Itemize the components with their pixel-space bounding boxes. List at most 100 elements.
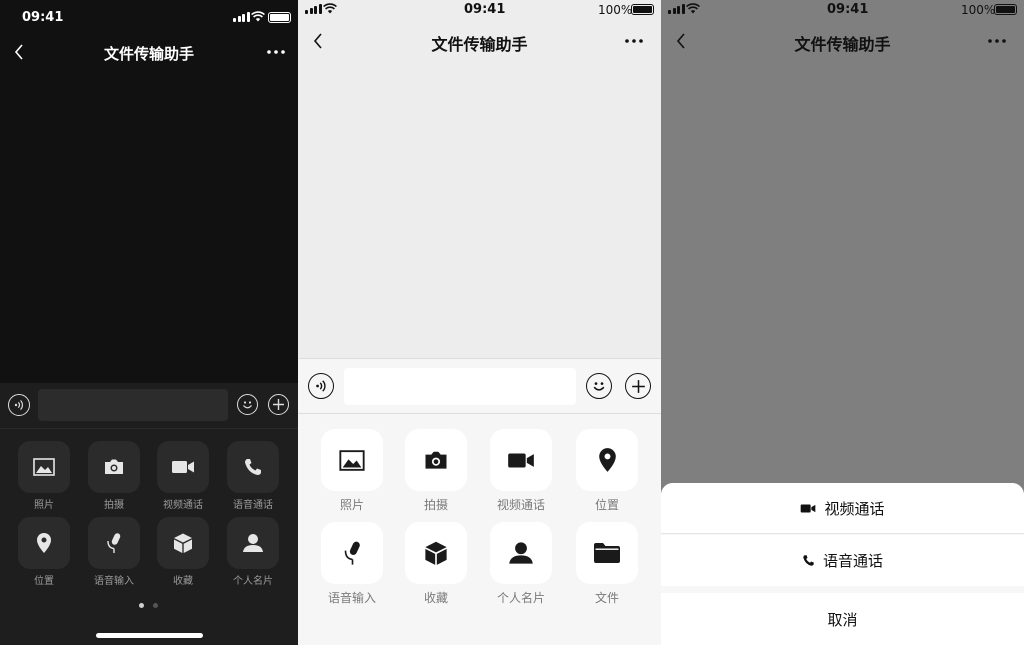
cancel-label: 取消 [827, 610, 858, 629]
battery-percent: 100% [961, 3, 996, 17]
attach-camera-label: 拍摄 [104, 500, 124, 511]
message-input[interactable] [344, 368, 576, 405]
more-functions-button[interactable] [268, 394, 289, 415]
attach-contact-card-button[interactable] [490, 522, 552, 584]
folder-icon [594, 543, 620, 563]
contact-card-icon [243, 534, 263, 552]
cancel-button[interactable]: 取消 [661, 593, 1024, 645]
page-title: 文件传输助手 [431, 35, 528, 54]
phone-icon [803, 555, 814, 566]
attach-favorites-label: 收藏 [173, 576, 193, 587]
attach-location-button[interactable] [18, 517, 70, 569]
camera-icon [105, 459, 123, 474]
attach-voice-input-label: 语音输入 [94, 576, 134, 587]
voice-toggle-button[interactable] [8, 394, 30, 416]
emoji-button[interactable] [586, 373, 612, 399]
attach-favorites-button[interactable] [405, 522, 467, 584]
cellular-signal-icon [305, 4, 322, 14]
voice-toggle-button[interactable] [308, 373, 334, 399]
action-sheet: 视频通话 语音通话 取消 [661, 483, 1024, 645]
status-time: 09:41 [22, 10, 64, 25]
more-icon[interactable] [263, 42, 289, 62]
attachment-panel: 照片 拍摄 视频通话 语音通话 位置 语音输入 收藏 个人名片 [0, 428, 298, 645]
phone-icon [245, 459, 261, 475]
chat-input-bar [298, 358, 661, 413]
emoji-icon [243, 401, 252, 409]
voice-call-option[interactable]: 语音通话 [661, 535, 1024, 586]
attach-contact-card-label: 个人名片 [233, 576, 273, 587]
attach-video-call-button[interactable] [157, 441, 209, 493]
attach-camera-button[interactable] [405, 429, 467, 491]
status-bar: 09:41 [0, 0, 298, 25]
navigation-bar: 文件传输助手 [298, 22, 661, 62]
attach-favorites-button[interactable] [157, 517, 209, 569]
attach-camera-button[interactable] [88, 441, 140, 493]
battery-icon [268, 12, 291, 23]
more-icon[interactable] [621, 31, 647, 51]
attach-voice-input-button[interactable] [321, 522, 383, 584]
call-options-screen: 09:41 100% 文件传输助手 视频通话 语音通话 取消 [661, 0, 1024, 645]
emoji-icon [593, 382, 605, 391]
attach-camera-label: 拍摄 [423, 498, 448, 512]
attach-voice-input-label: 语音输入 [327, 591, 376, 605]
photo-icon [33, 458, 55, 476]
attach-contact-card-label: 个人名片 [496, 591, 545, 605]
attachment-panel: 照片 拍摄 视频通话 位置 语音输入 收藏 个人名片 文件 [298, 413, 661, 645]
attach-voice-input-button[interactable] [88, 517, 140, 569]
wifi-icon [686, 3, 700, 14]
page-title: 文件传输助手 [794, 35, 891, 54]
plus-icon [273, 399, 284, 410]
video-call-option[interactable]: 视频通话 [661, 483, 1024, 534]
cube-icon [425, 541, 447, 565]
status-time: 09:41 [464, 2, 506, 17]
location-icon [37, 533, 51, 553]
status-bar: 09:41 100% [661, 0, 1024, 22]
attach-video-call-button[interactable] [490, 429, 552, 491]
cellular-signal-icon [233, 12, 250, 22]
light-chat-screen: 09:41 100% 文件传输助手 照片 拍摄 视频通话 位置 语音输入 收藏 … [298, 0, 661, 645]
battery-icon [631, 4, 654, 15]
video-call-icon [172, 461, 194, 473]
attach-file-label: 文件 [594, 591, 619, 605]
more-functions-button[interactable] [625, 373, 651, 399]
dark-chat-screen: 09:41 文件传输助手 照片 拍摄 视频通话 语音通话 位置 语音输入 收藏 … [0, 0, 298, 645]
attach-photo-label: 照片 [34, 500, 54, 511]
page-indicator-inactive [153, 603, 158, 608]
sound-wave-icon [14, 400, 23, 410]
cellular-signal-icon [668, 4, 685, 14]
plus-icon [631, 379, 645, 393]
attach-location-button[interactable] [576, 429, 638, 491]
attach-voice-call-button[interactable] [227, 441, 279, 493]
page-title: 文件传输助手 [103, 45, 194, 63]
attach-photo-label: 照片 [339, 498, 364, 512]
attach-file-button[interactable] [576, 522, 638, 584]
status-bar: 09:41 100% [298, 0, 661, 22]
wifi-icon [323, 3, 337, 14]
voice-call-option-label: 语音通话 [822, 552, 883, 570]
navigation-bar: 文件传输助手 [0, 32, 298, 72]
attach-video-call-label: 视频通话 [163, 500, 203, 511]
attach-photo-button[interactable] [18, 441, 70, 493]
location-icon [598, 448, 616, 472]
sound-wave-icon [316, 380, 326, 392]
chat-input-bar [0, 383, 298, 428]
cube-icon [174, 533, 192, 553]
navigation-bar: 文件传输助手 [661, 22, 1024, 62]
video-call-option-label: 视频通话 [824, 499, 885, 518]
photo-icon [339, 449, 365, 471]
home-indicator [96, 633, 203, 638]
wifi-icon [251, 11, 265, 22]
battery-icon [994, 4, 1017, 15]
video-call-icon [801, 504, 816, 512]
more-icon[interactable] [984, 31, 1010, 51]
page-indicator-active [139, 603, 144, 608]
attach-video-call-label: 视频通话 [496, 498, 545, 512]
emoji-button[interactable] [237, 394, 258, 415]
camera-icon [425, 451, 447, 469]
attach-contact-card-button[interactable] [227, 517, 279, 569]
attach-photo-button[interactable] [321, 429, 383, 491]
status-time: 09:41 [827, 2, 869, 17]
microphone-icon [107, 533, 121, 553]
attach-voice-call-label: 语音通话 [233, 500, 273, 511]
message-input[interactable] [38, 389, 228, 421]
